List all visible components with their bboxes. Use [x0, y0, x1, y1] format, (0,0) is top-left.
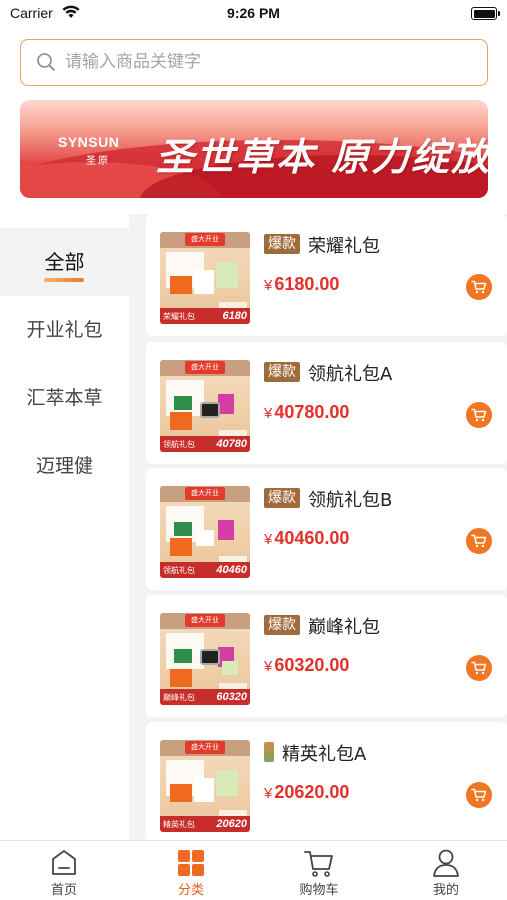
thumb-price: 40780: [216, 438, 247, 450]
thumb-price: 20620: [216, 818, 247, 830]
category-sidebar: 全部 开业礼包 汇萃本草 迈理健: [0, 214, 129, 840]
product-card[interactable]: 盛大开业 领航礼包 40460 爆款 领航礼包B ¥40460.00: [146, 468, 507, 590]
header: SYNSUN 圣原 圣世草本 原力绽放: [0, 28, 507, 214]
product-image: 盛大开业 精英礼包 20620: [160, 740, 250, 832]
sidebar-item-label: 汇萃本草: [26, 387, 103, 409]
product-card[interactable]: 盛大开业 精英礼包 20620 精英礼包A ¥20620.00: [146, 722, 507, 840]
thumb-name: 领航礼包: [163, 565, 195, 575]
product-image: 盛大开业 领航礼包 40780: [160, 360, 250, 452]
product-name: 巅峰礼包: [308, 617, 380, 638]
brand-logo-text: SYNSUN: [58, 134, 120, 150]
thumb-badge: 盛大开业: [185, 361, 225, 374]
product-price: ¥40460.00: [264, 528, 349, 549]
price-value: 60320.00: [274, 655, 350, 675]
tab-label: 分类: [177, 883, 204, 898]
product-price: ¥6180.00: [264, 274, 339, 295]
price-value: 40780.00: [274, 402, 350, 422]
cart-icon: [304, 851, 333, 877]
home-icon: [52, 850, 76, 875]
thumb-badge: 盛大开业: [185, 487, 225, 500]
currency-symbol: ¥: [264, 531, 273, 548]
product-price: ¥40780.00: [264, 402, 349, 423]
tab-home[interactable]: 首页: [24, 845, 104, 899]
thumb-name: 精英礼包: [163, 819, 195, 829]
hot-tag: 爆款: [264, 615, 300, 635]
tab-profile[interactable]: 我的: [406, 845, 486, 899]
hot-tag: 爆款: [264, 488, 300, 508]
sidebar-item-mailijian[interactable]: 迈理健: [0, 432, 129, 500]
product-name: 荣耀礼包: [308, 236, 380, 257]
add-to-cart-button[interactable]: [466, 402, 492, 428]
brand-logo-cn: 圣原: [86, 156, 110, 167]
tab-label: 购物车: [299, 883, 339, 898]
add-to-cart-button[interactable]: [466, 528, 492, 554]
currency-symbol: ¥: [264, 405, 273, 422]
currency-symbol: ¥: [264, 277, 273, 294]
thumb-badge: 盛大开业: [185, 741, 225, 754]
product-price: ¥60320.00: [264, 655, 349, 676]
currency-symbol: ¥: [264, 785, 273, 802]
user-icon: [433, 849, 459, 877]
thumb-name: 领航礼包: [163, 439, 195, 449]
clock: 9:26 PM: [227, 5, 280, 21]
price-value: 40460.00: [274, 528, 350, 548]
sidebar-item-opening-pack[interactable]: 开业礼包: [0, 296, 129, 364]
tab-label: 首页: [50, 883, 77, 898]
sidebar-item-label: 迈理健: [35, 455, 93, 477]
price-value: 6180.00: [274, 274, 340, 294]
hot-tag: [264, 742, 274, 762]
thumb-price: 40460: [216, 564, 247, 576]
thumb-badge: 盛大开业: [185, 614, 225, 627]
status-bar: Carrier 9:26 PM: [0, 0, 507, 28]
battery-icon: [471, 7, 500, 20]
cart-icon: [471, 661, 487, 675]
bottom-tab-bar: 首页 分类 购物车 我的: [0, 840, 507, 900]
sidebar-item-all[interactable]: 全部: [0, 228, 129, 296]
sidebar-item-label: 开业礼包: [26, 319, 103, 341]
currency-symbol: ¥: [264, 658, 273, 675]
product-name: 精英礼包A: [282, 744, 367, 765]
product-image: 盛大开业 巅峰礼包 60320: [160, 613, 250, 705]
search-box[interactable]: [20, 39, 488, 86]
price-value: 20620.00: [274, 782, 350, 802]
search-input[interactable]: [65, 40, 465, 84]
hot-tag: 爆款: [264, 362, 300, 382]
category-icon: [178, 850, 204, 876]
thumb-price: 60320: [216, 691, 247, 703]
tab-category[interactable]: 分类: [151, 845, 231, 899]
sidebar-item-herbal[interactable]: 汇萃本草: [0, 364, 129, 432]
product-list: 盛大开业 荣耀礼包 6180 爆款 荣耀礼包 ¥6180.00 盛大开业 领航礼包…: [146, 214, 507, 840]
cart-icon: [471, 280, 487, 294]
promo-banner[interactable]: SYNSUN 圣原 圣世草本 原力绽放: [20, 100, 488, 198]
banner-slogan: 圣世草本 原力绽放: [156, 134, 488, 179]
product-image: 盛大开业 荣耀礼包 6180: [160, 232, 250, 324]
thumb-badge: 盛大开业: [185, 233, 225, 246]
product-name: 领航礼包B: [308, 490, 393, 511]
tab-label: 我的: [432, 883, 459, 898]
search-icon: [36, 52, 56, 76]
product-image: 盛大开业 领航礼包 40460: [160, 486, 250, 578]
product-name: 领航礼包A: [308, 364, 393, 385]
thumb-name: 荣耀礼包: [163, 311, 195, 321]
sidebar-item-label: 全部: [44, 250, 85, 274]
cart-icon: [471, 788, 487, 802]
product-card[interactable]: 盛大开业 巅峰礼包 60320 爆款 巅峰礼包 ¥60320.00: [146, 595, 507, 717]
product-card[interactable]: 盛大开业 领航礼包 40780 爆款 领航礼包A ¥40780.00: [146, 342, 507, 464]
add-to-cart-button[interactable]: [466, 655, 492, 681]
thumb-name: 巅峰礼包: [163, 692, 195, 702]
add-to-cart-button[interactable]: [466, 274, 492, 300]
product-price: ¥20620.00: [264, 782, 349, 803]
tab-cart[interactable]: 购物车: [279, 845, 359, 899]
cart-icon: [471, 534, 487, 548]
add-to-cart-button[interactable]: [466, 782, 492, 808]
cart-icon: [471, 408, 487, 422]
thumb-price: 6180: [222, 310, 247, 322]
product-card[interactable]: 盛大开业 荣耀礼包 6180 爆款 荣耀礼包 ¥6180.00: [146, 214, 507, 336]
hot-tag: 爆款: [264, 234, 300, 254]
